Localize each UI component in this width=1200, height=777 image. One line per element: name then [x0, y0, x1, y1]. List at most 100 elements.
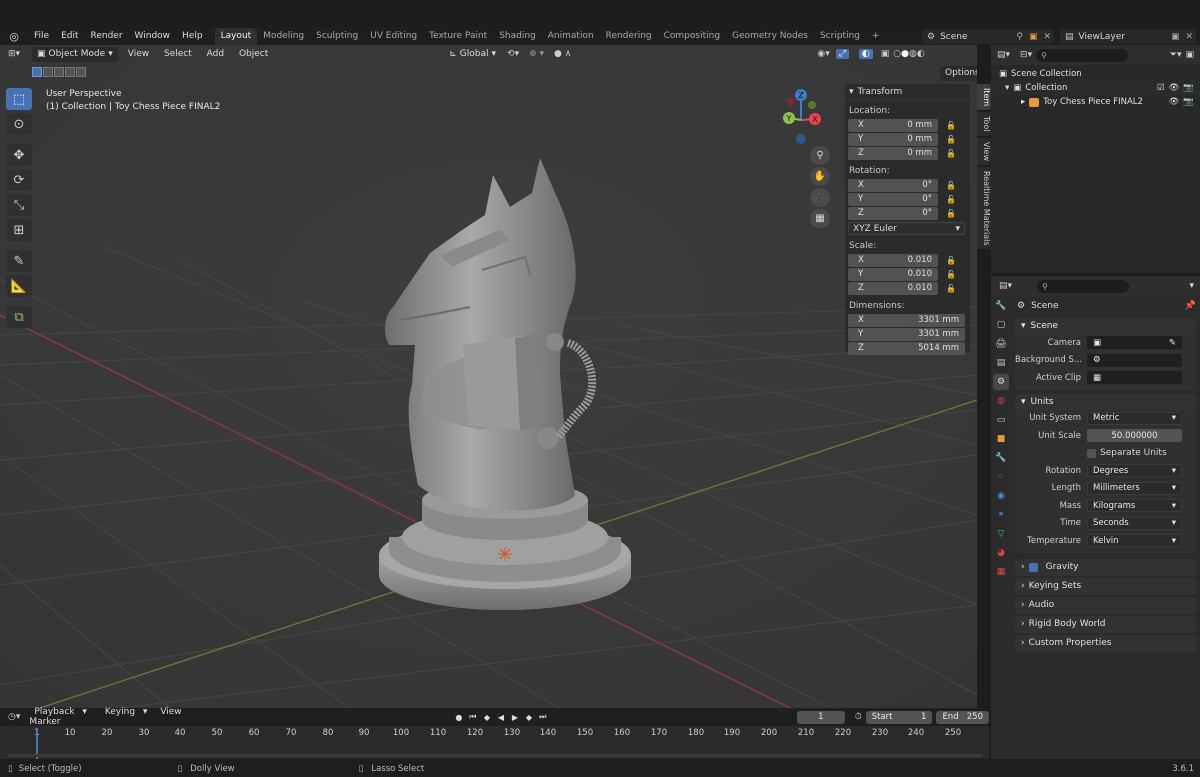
menu-playback[interactable]: Playback ▾ [24, 707, 92, 717]
zoom-icon[interactable]: ⚲ [810, 146, 830, 165]
new-collection-icon[interactable]: ▣ [1185, 50, 1200, 60]
separate-units-checkbox[interactable] [1087, 448, 1096, 458]
dimensions-z-field[interactable]: Z 5014 mm [848, 341, 965, 355]
tab-texture-paint[interactable]: Texture Paint [423, 28, 493, 45]
editor-type-icon[interactable]: ▤▾ [997, 50, 1010, 60]
start-frame-field[interactable]: Start 1 [865, 710, 933, 724]
rigid-body-world-section[interactable]: › Rigid Body World [1015, 615, 1196, 633]
timeline-scrollbar[interactable] [8, 754, 983, 757]
unit-scale-field[interactable]: 50.000000 [1087, 429, 1182, 443]
jump-start-icon[interactable]: ⏮ [467, 711, 479, 723]
prev-keyframe-icon[interactable]: ◆ [481, 711, 493, 723]
tab-tool[interactable]: Tool [977, 112, 991, 136]
eyedropper-icon[interactable]: ✎ [1169, 338, 1176, 348]
tab-rendering[interactable]: Rendering [600, 28, 658, 45]
pivot-icon[interactable]: ⟲▾ [507, 49, 519, 59]
lock-icon[interactable]: 🔓 [944, 209, 958, 218]
select-new-icon[interactable] [32, 67, 42, 77]
copy-layer-icon[interactable]: ▣ [1168, 32, 1183, 42]
mass-unit-dropdown[interactable]: Kilograms ▾ [1087, 499, 1182, 513]
active-clip-field[interactable]: ▦ [1087, 371, 1182, 385]
physics-tab-icon[interactable]: ◉ [993, 488, 1009, 504]
rotate-tool-icon[interactable]: ⟳ [6, 169, 32, 191]
rotation-y-field[interactable]: Y 0° [848, 192, 938, 206]
tab-animation[interactable]: Animation [542, 28, 600, 45]
close-icon[interactable]: ✕ [1040, 32, 1054, 42]
menu-help[interactable]: Help [176, 28, 209, 45]
tab-layout[interactable]: Layout [214, 28, 258, 45]
orientation-dropdown[interactable]: ⊾ Global ▾ [444, 47, 501, 62]
shading-modes[interactable]: ○●◍◐ [893, 49, 924, 59]
outliner-row-scene-collection[interactable]: ▣ Scene Collection [991, 67, 1200, 81]
play-reverse-icon[interactable]: ◀ [495, 711, 507, 723]
next-keyframe-icon[interactable]: ◆ [523, 711, 535, 723]
snap-icon[interactable]: ⊕ ▾ [529, 49, 544, 59]
select-extend-icon[interactable] [43, 67, 53, 77]
transform-tool-icon[interactable]: ⊞ [6, 219, 32, 241]
camera-icon[interactable]: 📷 [1183, 83, 1194, 93]
pan-hand-icon[interactable]: ✋ [810, 167, 830, 186]
temperature-unit-dropdown[interactable]: Kelvin ▾ [1087, 534, 1182, 548]
eye-icon[interactable]: 👁 [1169, 83, 1180, 93]
menu-view[interactable]: View [155, 707, 186, 717]
overlay-toggle-icon[interactable]: ◐ [858, 49, 873, 59]
menu-render[interactable]: Render [85, 28, 129, 45]
menu-keying[interactable]: Keying ▾ [95, 707, 153, 717]
blender-logo-icon[interactable]: ◎ [6, 30, 22, 44]
pin-icon[interactable]: 📌 [1185, 301, 1196, 311]
dimensions-x-field[interactable]: X 3301 mm [848, 313, 965, 327]
3d-viewport[interactable]: ⊞▾ ▣ Object Mode ▾ View Select Add Object … [0, 45, 977, 708]
transform-panel-header[interactable]: ▾ Transform [845, 84, 970, 100]
add-workspace-button[interactable]: + [866, 28, 886, 45]
view-layer-tab-icon[interactable]: ▤ [993, 355, 1009, 371]
menu-object[interactable]: Object [233, 49, 274, 59]
gizmo-toggle-icon[interactable]: ⤢ [835, 49, 849, 59]
properties-search-input[interactable]: ⚲ [1037, 279, 1130, 293]
mode-dropdown[interactable]: ▣ Object Mode ▾ [32, 46, 118, 62]
measure-tool-icon[interactable]: 📐 [6, 275, 32, 297]
menu-select[interactable]: Select [158, 49, 198, 59]
scene-tab-icon[interactable]: ⚙ [993, 374, 1009, 390]
xray-icon[interactable]: ▣ [881, 49, 890, 59]
length-unit-dropdown[interactable]: Millimeters ▾ [1087, 481, 1182, 495]
select-invert-icon[interactable] [65, 67, 75, 77]
select-intersect-icon[interactable] [76, 67, 86, 77]
pin-icon[interactable]: ⚲ [1013, 32, 1026, 42]
options-dropdown[interactable]: Options▾ [940, 66, 977, 81]
data-tab-icon[interactable]: ▽ [993, 526, 1009, 542]
location-y-field[interactable]: Y 0 mm [848, 132, 938, 146]
lock-icon[interactable]: 🔓 [944, 149, 958, 158]
constraints-tab-icon[interactable]: ⚭ [993, 507, 1009, 523]
particles-tab-icon[interactable]: ⁘ [993, 469, 1009, 485]
play-icon[interactable]: ▶ [509, 711, 521, 723]
filter-icon[interactable]: ⏷▾ [1170, 50, 1182, 60]
outliner-search-input[interactable]: ⚲ [1036, 48, 1129, 62]
tab-compositing[interactable]: Compositing [658, 28, 726, 45]
tab-realtime-materials[interactable]: Realtime Materials [977, 166, 991, 250]
move-tool-icon[interactable]: ✥ [6, 144, 32, 166]
chevron-down-icon[interactable]: ▾ [1189, 281, 1200, 291]
timeline-ruler[interactable]: 1 10 20 30 40 50 60 70 80 90 100 110 120… [0, 726, 989, 742]
dimensions-y-field[interactable]: Y 3301 mm [848, 327, 965, 341]
tab-sculpting[interactable]: Sculpting [310, 28, 364, 45]
perspective-grid-icon[interactable]: ▦ [810, 209, 830, 228]
eye-icon[interactable]: 👁 [1169, 97, 1180, 107]
tab-modeling[interactable]: Modeling [257, 28, 310, 45]
menu-view[interactable]: View [122, 49, 155, 59]
scale-y-field[interactable]: Y 0.010 [848, 267, 938, 281]
display-mode-icon[interactable]: ⊟▾ [1020, 50, 1032, 60]
location-z-field[interactable]: Z 0 mm [848, 146, 938, 160]
editor-type-icon[interactable]: ◷▾ [8, 712, 20, 722]
camera-view-icon[interactable]: 🎥 [810, 188, 830, 207]
units-section-header[interactable]: ▾ Units [1015, 393, 1196, 410]
keying-sets-section[interactable]: › Keying Sets [1015, 577, 1196, 595]
outliner-row-collection[interactable]: ▾ ▣ Collection ☑ 👁 📷 [991, 81, 1200, 95]
tab-view[interactable]: View [977, 137, 991, 165]
editor-type-icon[interactable]: ⊞▾ [8, 49, 28, 59]
cursor-tool-icon[interactable]: ⊙ [6, 113, 32, 135]
rotation-mode-dropdown[interactable]: XYZ Euler ▾ [848, 222, 965, 235]
menu-add[interactable]: Add [201, 49, 230, 59]
close-layer-icon[interactable]: ✕ [1182, 32, 1196, 42]
lock-icon[interactable]: 🔓 [944, 135, 958, 144]
lock-icon[interactable]: 🔓 [944, 284, 958, 293]
